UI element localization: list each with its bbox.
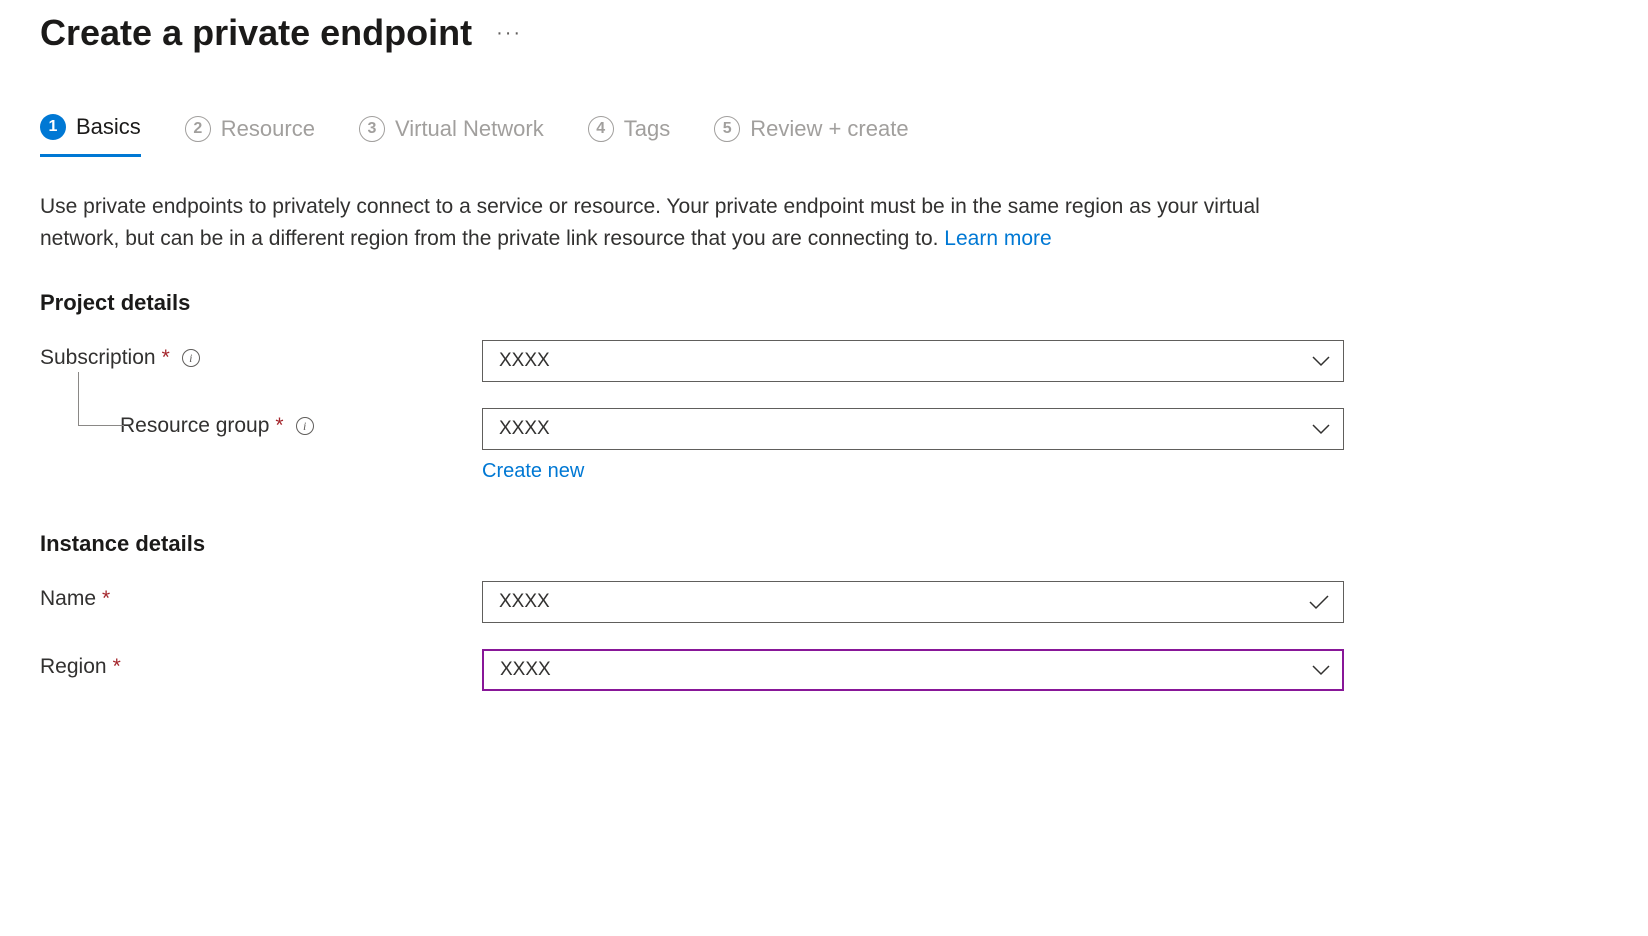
resource-group-select-wrap	[482, 408, 1344, 450]
wizard-tabs: 1 Basics 2 Resource 3 Virtual Network 4 …	[40, 114, 1608, 157]
tab-resource[interactable]: 2 Resource	[185, 114, 315, 157]
region-label-col: Region *	[40, 649, 482, 679]
tab-label: Resource	[221, 116, 315, 142]
tab-number: 5	[714, 116, 740, 142]
learn-more-link[interactable]: Learn more	[944, 227, 1051, 250]
region-select-wrap	[482, 649, 1344, 691]
tab-review-create[interactable]: 5 Review + create	[714, 114, 908, 157]
tab-tags[interactable]: 4 Tags	[588, 114, 670, 157]
subscription-select-wrap	[482, 340, 1344, 382]
name-label: Name	[40, 587, 96, 611]
tab-number: 4	[588, 116, 614, 142]
subscription-label: Subscription	[40, 346, 156, 370]
instance-details-heading: Instance details	[40, 531, 1608, 557]
description-body: Use private endpoints to privately conne…	[40, 195, 1260, 250]
required-marker: *	[113, 655, 121, 679]
resource-group-row: Resource group * i Create new	[40, 408, 1608, 483]
info-icon[interactable]: i	[182, 349, 200, 367]
tab-label: Virtual Network	[395, 116, 544, 142]
region-label: Region	[40, 655, 107, 679]
tab-label: Basics	[76, 114, 141, 140]
tab-label: Review + create	[750, 116, 908, 142]
name-input-wrap	[482, 581, 1344, 623]
region-select[interactable]	[482, 649, 1344, 691]
region-row: Region *	[40, 649, 1608, 691]
required-marker: *	[102, 587, 110, 611]
page-title: Create a private endpoint	[40, 12, 472, 54]
subscription-label-col: Subscription * i	[40, 340, 482, 370]
create-new-link[interactable]: Create new	[482, 460, 584, 483]
project-details-heading: Project details	[40, 290, 1608, 316]
description-text: Use private endpoints to privately conne…	[40, 191, 1340, 254]
more-icon[interactable]: ···	[496, 22, 522, 45]
tab-number: 3	[359, 116, 385, 142]
resource-group-label-col: Resource group * i	[40, 408, 482, 438]
info-icon[interactable]: i	[296, 417, 314, 435]
required-marker: *	[162, 346, 170, 370]
name-label-col: Name *	[40, 581, 482, 611]
required-marker: *	[275, 414, 283, 438]
resource-group-label: Resource group	[120, 414, 269, 438]
name-row: Name *	[40, 581, 1608, 623]
tab-label: Tags	[624, 116, 670, 142]
page-header: Create a private endpoint ···	[40, 12, 1608, 54]
subscription-select[interactable]	[482, 340, 1344, 382]
tab-number: 2	[185, 116, 211, 142]
subscription-row: Subscription * i	[40, 340, 1608, 382]
tab-number: 1	[40, 114, 66, 140]
resource-group-select[interactable]	[482, 408, 1344, 450]
indent-bracket-icon	[78, 372, 124, 426]
name-input[interactable]	[482, 581, 1344, 623]
tab-virtual-network[interactable]: 3 Virtual Network	[359, 114, 544, 157]
tab-basics[interactable]: 1 Basics	[40, 114, 141, 157]
